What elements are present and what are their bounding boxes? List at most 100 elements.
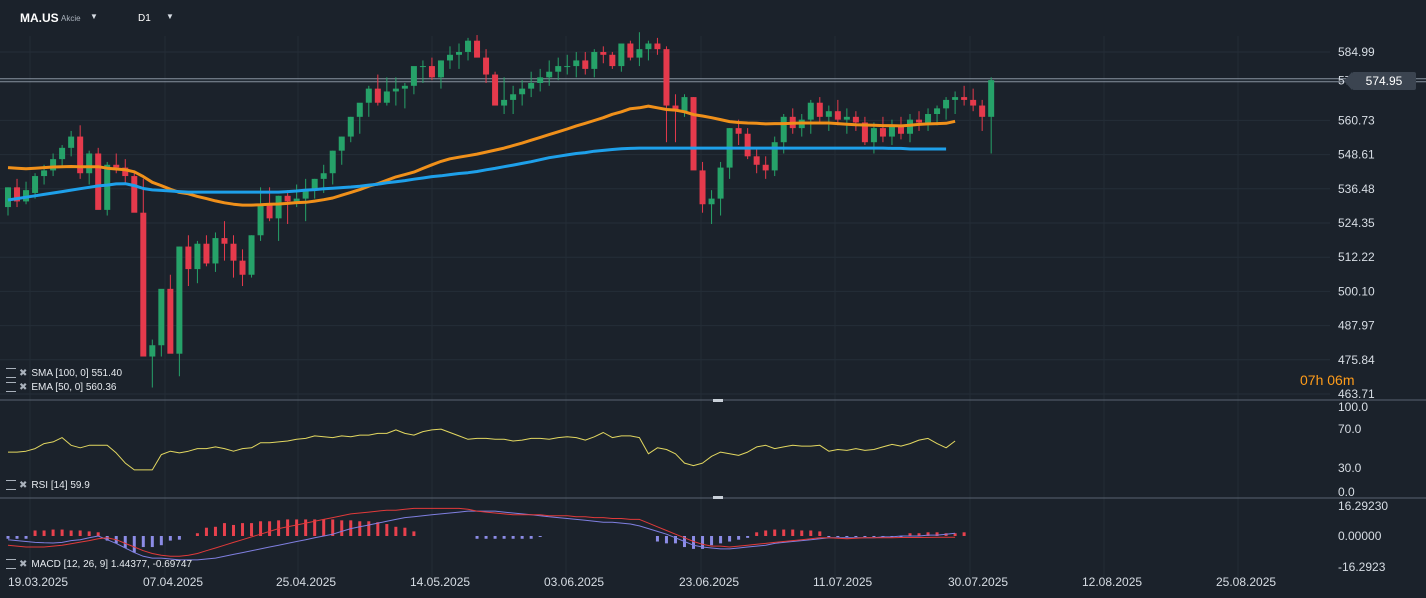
macd-histogram-bar (177, 536, 181, 540)
candle (798, 114, 805, 137)
rsi-settings-icon[interactable] (6, 480, 16, 491)
candle-body (437, 60, 444, 78)
rsi-legend-label: RSI [14] (31, 480, 68, 491)
candle-body (221, 238, 228, 244)
macd-histogram-bar (340, 520, 344, 536)
macd-histogram-bar (150, 536, 154, 548)
macd-histogram-bar (132, 536, 136, 553)
ema-legend: ✖ EMA [50, 0] 560.36 (6, 382, 116, 393)
macd-histogram-bar (394, 526, 398, 536)
date-axis-label: 12.08.2025 (1082, 575, 1142, 589)
date-axis-label: 07.04.2025 (143, 575, 203, 589)
candle-body (59, 147, 66, 160)
candle-body (852, 116, 859, 123)
macd-histogram-bar (60, 529, 64, 536)
macd-settings-icon[interactable] (6, 559, 16, 570)
macd-histogram-bar (692, 536, 696, 549)
macd-histogram-bar (719, 536, 723, 544)
candle (483, 49, 490, 83)
candle (672, 94, 679, 143)
candle-body (456, 51, 462, 55)
candle (528, 71, 535, 98)
macd-pane-resize-handle[interactable] (713, 496, 723, 499)
rsi-legend-value: 59.9 (70, 480, 90, 491)
candle-body (771, 142, 778, 171)
timeframe-selector[interactable]: D1 (138, 13, 151, 24)
chart-canvas[interactable]: 584.99 574.95 560.73 548.61 536.48 524.35 512.… (0, 0, 1426, 598)
candle (888, 119, 895, 146)
candle (943, 97, 950, 120)
rsi-pane-resize-handle[interactable] (713, 399, 723, 402)
date-axis-label: 11.07.2025 (813, 575, 872, 589)
macd-histogram-bar (232, 524, 235, 536)
candle-body (753, 156, 760, 165)
candle-body (988, 80, 995, 117)
ema-remove-icon[interactable]: ✖ (19, 382, 27, 393)
candle-body (501, 99, 508, 106)
price-axis-label: 487.97 (1338, 319, 1375, 333)
candle (239, 249, 246, 287)
candle (167, 274, 174, 354)
price-axis-label: 536.48 (1338, 182, 1375, 196)
candle (627, 40, 634, 61)
candle (474, 35, 481, 58)
date-axis-label: 19.03.2025 (8, 575, 68, 589)
macd-histogram-bar (241, 523, 245, 536)
candle-body (762, 164, 769, 171)
candle-body (519, 88, 526, 95)
candle (14, 178, 21, 208)
macd-legend-value: 1.44377, -0.69747 (110, 559, 193, 570)
candle-body (329, 150, 336, 174)
ema-legend-value: 560.36 (85, 382, 117, 393)
macd-histogram-bar (728, 536, 732, 542)
macd-histogram-bar (737, 536, 741, 540)
candle (5, 187, 11, 216)
candle (203, 235, 210, 267)
macd-histogram-bar (6, 536, 10, 539)
ema-settings-icon[interactable] (6, 382, 16, 393)
candle-body (419, 66, 426, 68)
macd-histogram-bar (538, 536, 542, 537)
candle-body (474, 40, 481, 58)
candle (221, 221, 228, 261)
timeframe-dropdown-caret-icon[interactable]: ▼ (166, 12, 174, 21)
macd-histogram-bar (484, 536, 488, 539)
macd-histogram-bar (222, 523, 226, 536)
grid-lines (0, 36, 1330, 577)
rsi-axis-label: 100.0 (1338, 400, 1368, 414)
macd-legend: ✖ MACD [12, 26, 9] 1.44377, -0.69747 (6, 559, 192, 570)
candle (771, 136, 778, 177)
sma-legend-label: SMA [100, 0] (31, 368, 89, 379)
candle-body (185, 246, 192, 270)
rsi-remove-icon[interactable]: ✖ (19, 480, 27, 491)
candle (537, 68, 544, 92)
candle-body (961, 97, 968, 100)
candle (636, 32, 643, 67)
macd-histogram-bar (710, 536, 714, 546)
sma-remove-icon[interactable]: ✖ (19, 368, 27, 379)
candle-body (383, 91, 390, 103)
candle-body (654, 43, 661, 50)
macd-histogram-bar (295, 519, 299, 536)
candle (564, 54, 571, 75)
macd-histogram-bar (863, 536, 867, 537)
candle (338, 136, 345, 165)
candle-body (934, 108, 941, 115)
candle-body (564, 66, 571, 68)
symbol-dropdown-caret-icon[interactable]: ▼ (90, 12, 98, 21)
candle-body (266, 204, 273, 219)
symbol-selector[interactable]: MA.US (20, 11, 59, 25)
macd-histogram-bar (800, 530, 804, 536)
candle (140, 178, 147, 357)
candle-body (275, 195, 282, 219)
sma-settings-icon[interactable] (6, 368, 16, 379)
macd-remove-icon[interactable]: ✖ (19, 559, 27, 570)
candle-body (925, 114, 932, 123)
candle-body (203, 243, 210, 264)
candle-body (816, 102, 823, 117)
candle (907, 114, 913, 143)
candle-body (140, 212, 147, 357)
date-axis-label: 30.07.2025 (948, 575, 1008, 589)
candle-body (708, 198, 715, 205)
candle-body (347, 116, 354, 137)
